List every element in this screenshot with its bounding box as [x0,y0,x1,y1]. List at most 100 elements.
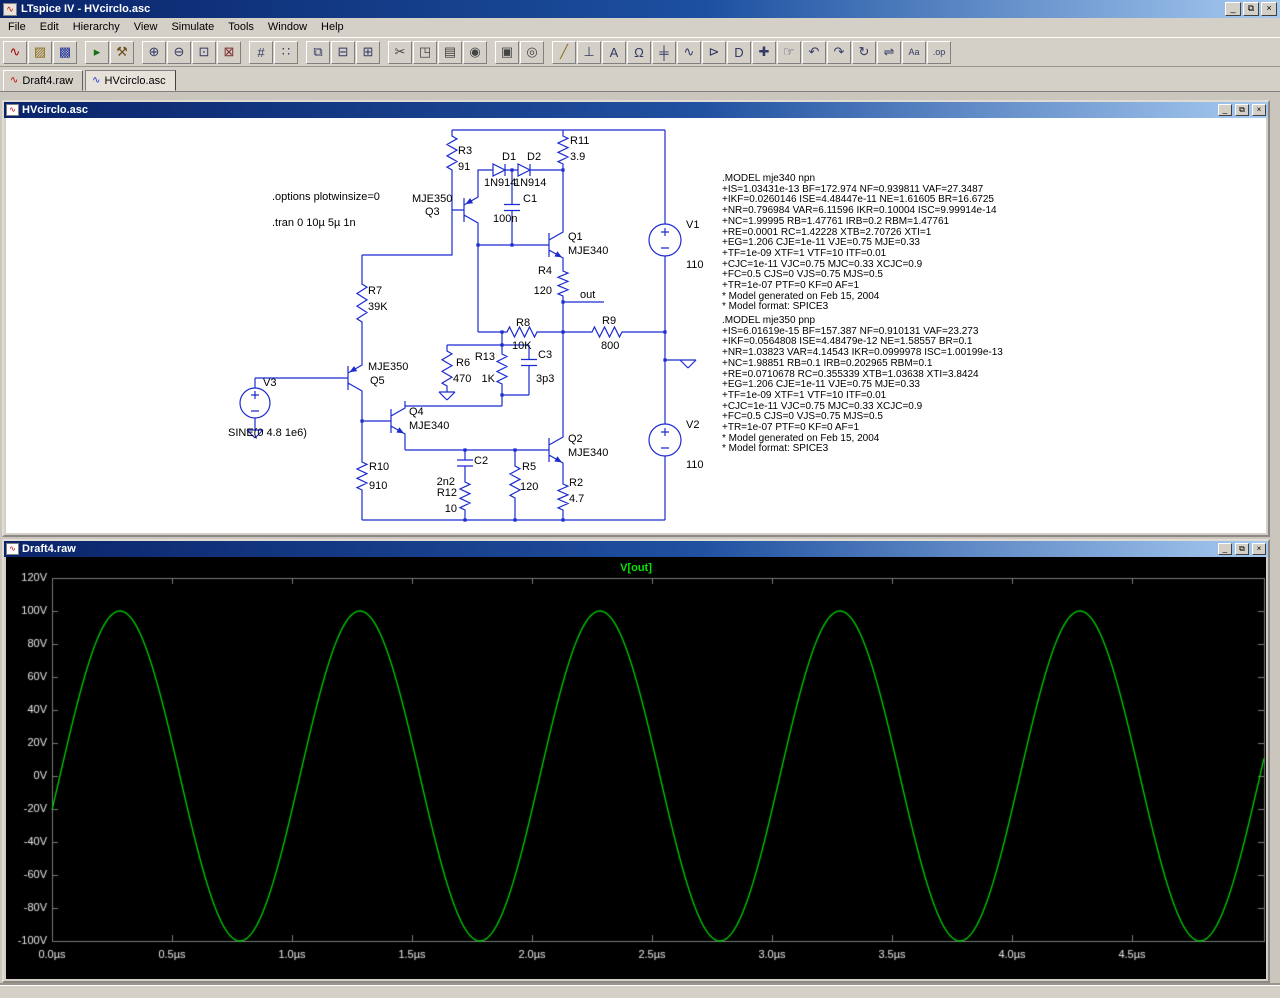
label-net-button[interactable]: A [602,41,626,64]
undo-button[interactable]: ↶ [802,41,826,64]
schematic-window-titlebar[interactable]: ∿ HVcirclo.asc _ ⧉ × [4,102,1268,118]
schematic-text: 3p3 [536,373,554,385]
minimize-button[interactable]: _ [1225,2,1241,16]
move-button[interactable]: ✚ [752,41,776,64]
schematic-restore-button[interactable]: ⧉ [1235,104,1249,116]
tab-Draft4.raw[interactable]: ∿Draft4.raw [3,70,83,91]
restore-button[interactable]: ⧉ [1243,2,1259,16]
spice-model-mje340: .MODEL mje340 npn +IS=1.03431e-13 BF=172… [722,174,997,313]
waveform-close-button[interactable]: × [1252,543,1266,555]
schematic-text: 1N914 [514,177,546,189]
schematic-text: R7 [368,285,382,297]
menu-simulate[interactable]: Simulate [164,18,221,37]
waveform-restore-button[interactable]: ⧉ [1235,543,1249,555]
tab-label: Draft4.raw [22,75,73,87]
schematic-text: 100n [493,213,517,225]
waveform-window-title: Draft4.raw [22,543,1215,555]
schematic-text: MJE340 [568,447,608,459]
inductor-button[interactable]: ∿ [677,41,701,64]
wire-button[interactable]: ╱ [552,41,576,64]
grid-button[interactable]: # [249,41,273,64]
schematic-text: V3 [263,377,276,389]
new-schematic-button[interactable]: ∿ [3,41,27,64]
open-button[interactable]: ▨ [28,41,52,64]
menu-window[interactable]: Window [261,18,314,37]
component-button[interactable]: D [727,41,751,64]
diode-button[interactable]: ⊳ [702,41,726,64]
schematic-text: 120 [534,285,552,297]
schematic-text: SINE(0 4.8 1e6) [228,427,307,439]
schematic-text: Q3 [425,206,440,218]
schematic-text: 110 [686,259,704,271]
titlebar[interactable]: ∿ LTspice IV - HVcirclo.asc _ ⧉ × [0,0,1280,18]
status-bar [0,985,1280,998]
schematic-text: D2 [527,151,541,163]
zoom-full-button[interactable]: ⊠ [217,41,241,64]
tab-HVcirclo.asc[interactable]: ∿ HVcirclo.asc [85,70,176,91]
drag-button[interactable]: ☞ [777,41,801,64]
tab-bar: ∿Draft4.raw ∿ HVcirclo.asc [0,67,1280,92]
control-panel-button[interactable]: ⚒ [110,41,134,64]
schematic-window: ∿ HVcirclo.asc _ ⧉ × R391D11N914D21N914R… [2,100,1270,537]
schematic-text: R8 [516,317,530,329]
menu-hierarchy[interactable]: Hierarchy [66,18,127,37]
cut-button[interactable]: ✂ [388,41,412,64]
menu-edit[interactable]: Edit [33,18,66,37]
trace-label[interactable]: V[out] [6,562,1266,574]
text-button[interactable]: Aa [902,41,926,64]
zoom-back-button[interactable]: ⊖ [167,41,191,64]
menu-help[interactable]: Help [314,18,351,37]
copy-button[interactable]: ◳ [413,41,437,64]
resistor-button[interactable]: Ω [627,41,651,64]
menu-view[interactable]: View [127,18,165,37]
schematic-text: 800 [601,340,619,352]
waveform-viewer[interactable]: V[out] [6,557,1266,979]
find-button[interactable]: ◉ [463,41,487,64]
tab-label: HVcirclo.asc [105,75,166,87]
schematic-canvas[interactable]: R391D11N914D21N914R113.9C1100nMJE350Q3Q1… [6,118,1266,533]
menu-file[interactable]: File [1,18,33,37]
zoom-extents-button[interactable]: ⊡ [192,41,216,64]
print-preview-button[interactable]: ◎ [520,41,544,64]
capacitor-button[interactable]: ╪ [652,41,676,64]
spice-directive-text: .options plotwinsize=0 [272,191,380,203]
save-button[interactable]: ▩ [53,41,77,64]
schematic-window-title: HVcirclo.asc [22,104,1215,116]
schematic-editor[interactable]: R391D11N914D21N914R113.9C1100nMJE350Q3Q1… [6,118,1266,533]
spice-directive-text: .tran 0 10µ 5µ 1n [272,217,356,229]
schematic-text: C3 [538,349,552,361]
mark-data-points-button[interactable]: ∷ [274,41,298,64]
schematic-minimize-button[interactable]: _ [1218,104,1232,116]
tile-vertically-button[interactable]: ⊞ [356,41,380,64]
schematic-text: R10 [369,461,389,473]
schematic-text: R6 [456,357,470,369]
tile-horizontally-button[interactable]: ⊟ [331,41,355,64]
rotate-button[interactable]: ↻ [852,41,876,64]
toolbar: ∿▨▩▸⚒⊕⊖⊡⊠#∷⧉⊟⊞✂◳▤◉▣◎╱⊥AΩ╪∿⊳D✚☞↶↷↻⇌Aa.op [0,37,1280,67]
schematic-close-button[interactable]: × [1252,104,1266,116]
cascade-windows-button[interactable]: ⧉ [306,41,330,64]
ground-button[interactable]: ⊥ [577,41,601,64]
waveform-minimize-button[interactable]: _ [1218,543,1232,555]
close-button[interactable]: × [1261,2,1277,16]
spice-model-mje350: .MODEL mje350 pnp +IS=6.01619e-15 BF=157… [722,316,1003,455]
schematic-text: C2 [474,455,488,467]
print-button[interactable]: ▣ [495,41,519,64]
schematic-text: out [580,289,595,301]
spice-directive-button[interactable]: .op [927,41,951,64]
schematic-text: D1 [502,151,516,163]
schematic-text: 1N914 [484,177,516,189]
schematic-text: MJE340 [568,245,608,257]
mirror-button[interactable]: ⇌ [877,41,901,64]
zoom-area-button[interactable]: ⊕ [142,41,166,64]
menu-tools[interactable]: Tools [221,18,261,37]
paste-button[interactable]: ▤ [438,41,462,64]
schematic-text: 10K [512,340,532,352]
waveform-canvas[interactable] [6,557,1266,979]
menu-bar: FileEditHierarchyViewSimulateToolsWindow… [0,18,1280,37]
schematic-text: MJE350 [368,361,408,373]
run-button[interactable]: ▸ [85,41,109,64]
waveform-window-titlebar[interactable]: ∿ Draft4.raw _ ⧉ × [4,541,1268,557]
tab-icon: ∿ [92,75,100,86]
redo-button[interactable]: ↷ [827,41,851,64]
